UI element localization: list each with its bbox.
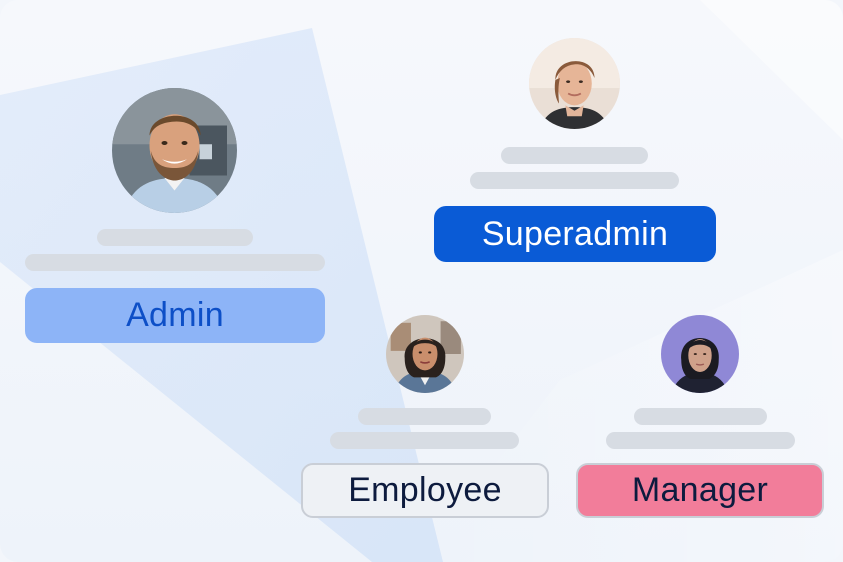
manager-role-label: Manager: [631, 471, 769, 509]
admin-role-label: Admin: [126, 296, 224, 334]
superadmin-placeholder-line-short: [501, 147, 648, 164]
employee-role-label: Employee: [348, 471, 502, 509]
smiling-man-avatar-icon: [112, 88, 237, 213]
superadmin-role-label: Superadmin: [481, 214, 669, 253]
manager-placeholder-line-short: [634, 408, 767, 425]
admin-role-badge[interactable]: Admin: [25, 288, 325, 343]
superadmin-role-badge[interactable]: Superadmin: [434, 206, 716, 262]
admin-placeholder-line-long: [25, 254, 325, 271]
admin-placeholder-line-short: [97, 229, 253, 246]
superadmin-placeholder-line-long: [470, 172, 679, 189]
manager-avatar: [661, 315, 739, 393]
woman-with-denim-jacket-avatar-icon: [386, 315, 464, 393]
superadmin-avatar: [529, 38, 620, 129]
employee-placeholder-line-short: [358, 408, 491, 425]
employee-role-badge[interactable]: Employee: [301, 463, 549, 518]
manager-placeholder-line-long: [606, 432, 795, 449]
woman-dark-hair-avatar-icon: [661, 315, 739, 393]
woman-avatar-icon: [529, 38, 620, 129]
role-illustration: Admin Superadmin Employee Manager: [0, 0, 843, 562]
employee-avatar: [386, 315, 464, 393]
employee-placeholder-line-long: [330, 432, 519, 449]
manager-role-badge[interactable]: Manager: [576, 463, 824, 518]
admin-avatar: [112, 88, 237, 213]
